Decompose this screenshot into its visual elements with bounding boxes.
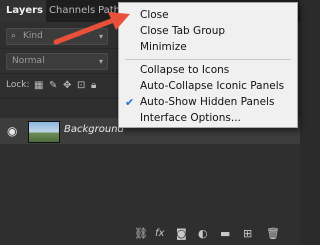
visibility-eye-icon[interactable]: ◉ [7, 124, 17, 138]
menu-item-interface-options[interactable]: Interface Options... [119, 111, 297, 126]
layer-name: Background [64, 124, 124, 135]
layer-style-fx-icon[interactable]: fx [155, 228, 164, 239]
lock-controls: Lock: ▦ ✎ ✥ ⊡ 🔒︎ [6, 80, 126, 92]
chevron-down-icon: ▾ [98, 57, 103, 66]
menu-item-auto-collapse-iconic-panels[interactable]: Auto-Collapse Iconic Panels [119, 79, 297, 94]
menu-item-label: Auto-Collapse Iconic Panels [140, 80, 285, 92]
menu-item-label: Interface Options... [140, 112, 241, 124]
menu-item-auto-show-hidden-panels[interactable]: ✔ Auto-Show Hidden Panels [119, 95, 297, 110]
checkmark-icon: ✔ [125, 96, 135, 109]
menu-item-minimize[interactable]: Minimize [119, 40, 297, 55]
kind-filter-label: Kind [23, 31, 43, 41]
new-layer-icon[interactable]: ⊞ [243, 227, 252, 240]
panel-options-menu: Close Close Tab Group Minimize Collapse … [118, 2, 298, 128]
menu-item-label: Close Tab Group [140, 25, 226, 37]
blend-mode-value: Normal [12, 56, 45, 66]
layer-thumbnail [28, 121, 60, 143]
blend-mode-select[interactable]: Normal ▾ [6, 53, 108, 70]
menu-item-label: Collapse to Icons [140, 64, 230, 76]
layers-bottom-toolbar: ⛓ fx ◙ ◐ ▬ ⊞ 🗑︎ [0, 225, 300, 245]
link-layers-icon[interactable]: ⛓ [134, 227, 148, 240]
tab-layers[interactable]: Layers [0, 0, 46, 22]
menu-item-label: Auto-Show Hidden Panels [140, 96, 275, 108]
lock-image-pixels-icon[interactable]: ✎ [49, 80, 57, 91]
menu-item-close-tab-group[interactable]: Close Tab Group [119, 24, 297, 39]
tab-layers-label: Layers [6, 5, 43, 16]
annotation-arrow-icon [53, 12, 130, 45]
lock-label: Lock: [6, 80, 30, 90]
menu-item-collapse-to-icons[interactable]: Collapse to Icons [119, 63, 297, 78]
menu-separator [125, 59, 291, 60]
menu-item-label: Close [140, 9, 169, 21]
lock-artboard-icon[interactable]: ⊡ [77, 80, 85, 91]
menu-item-close[interactable]: Close [119, 8, 297, 23]
menu-item-label: Minimize [140, 41, 187, 53]
new-group-folder-icon[interactable]: ▬ [220, 227, 230, 240]
search-icon: ⌕ [11, 31, 17, 41]
lock-transparent-pixels-icon[interactable]: ▦ [34, 80, 43, 91]
add-mask-icon[interactable]: ◙ [176, 227, 187, 240]
trash-icon[interactable]: 🗑︎ [266, 227, 280, 240]
lock-position-icon[interactable]: ✥ [63, 80, 71, 91]
lock-all-icon[interactable]: 🔒︎ [91, 80, 96, 91]
adjustment-layer-icon[interactable]: ◐ [198, 227, 208, 240]
